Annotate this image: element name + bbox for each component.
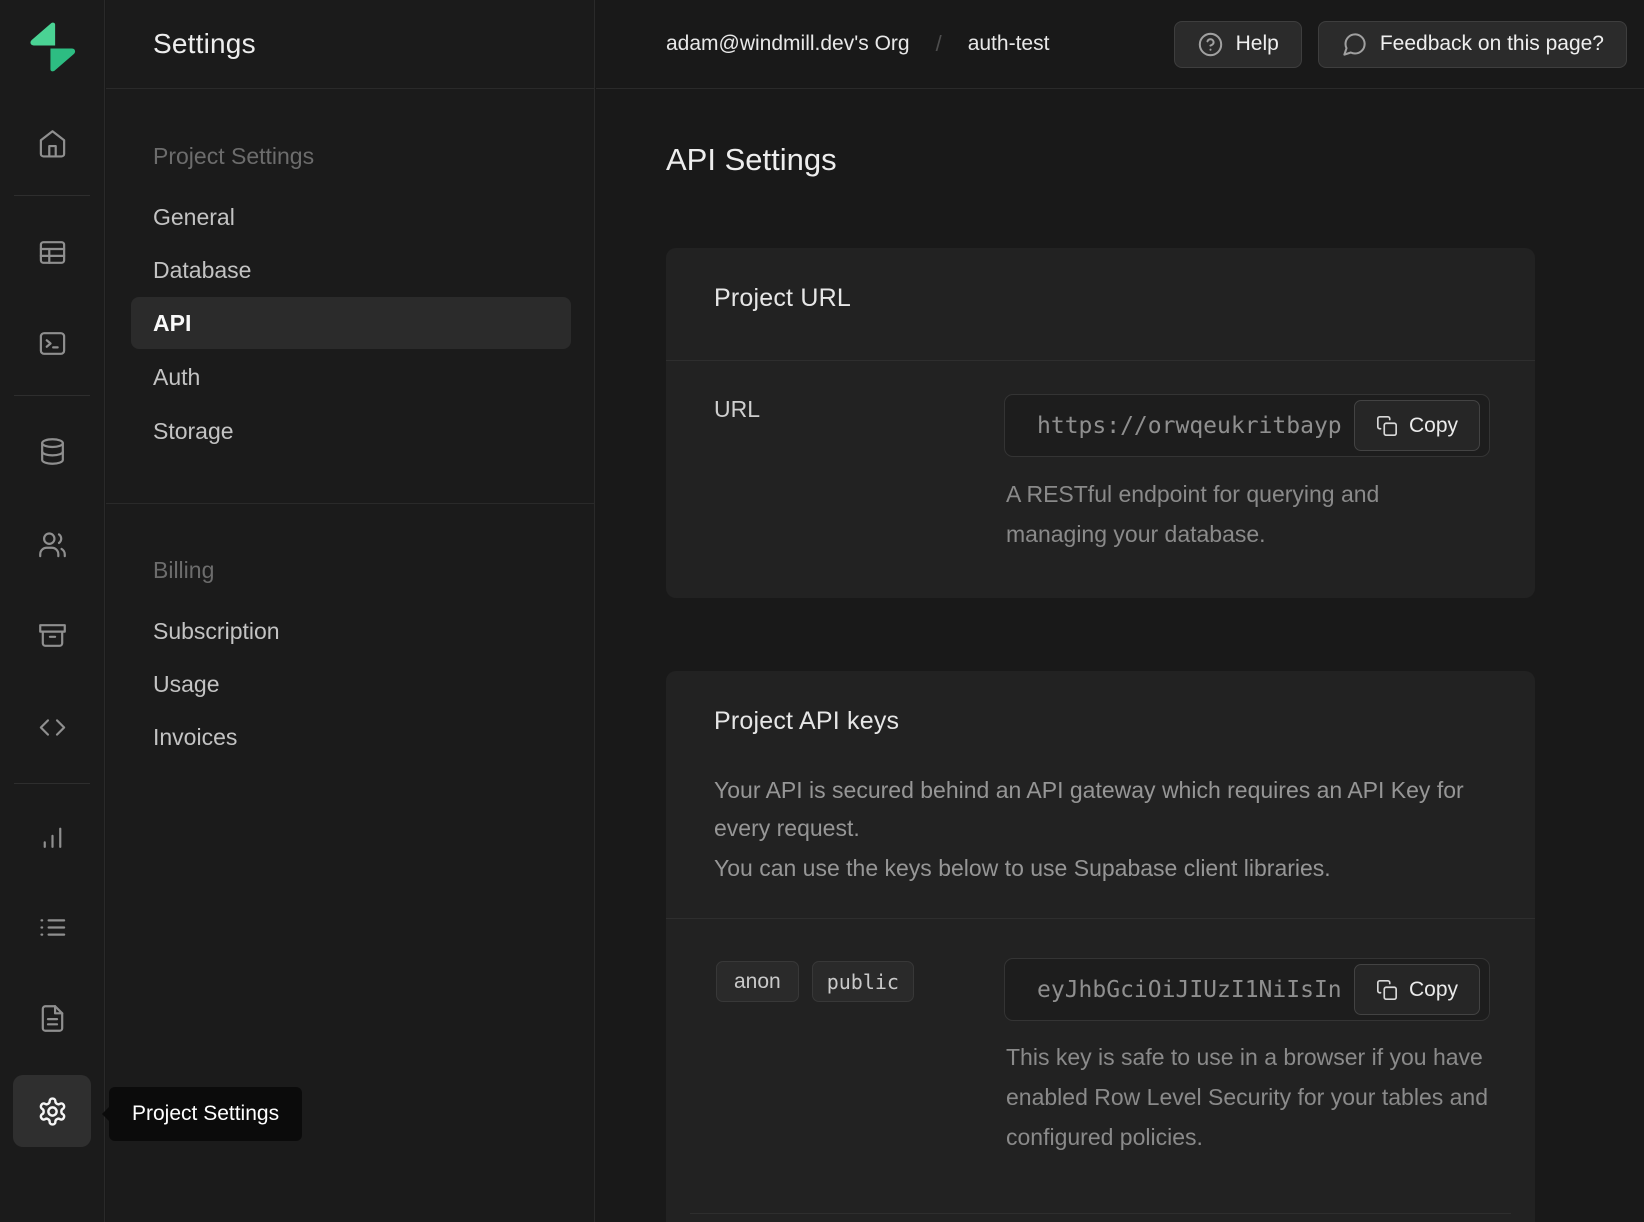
copy-icon: [1376, 979, 1398, 1001]
breadcrumb: adam@windmill.dev's Org / auth-test: [666, 31, 1049, 57]
nav-divider: [106, 503, 594, 504]
rail-divider: [14, 783, 90, 784]
icon-sidebar: [0, 0, 105, 1222]
reports-chart-icon[interactable]: [20, 804, 84, 868]
home-icon[interactable]: [20, 111, 84, 175]
settings-title: Settings: [153, 28, 256, 60]
help-circle-icon: [1197, 31, 1224, 58]
copy-icon: [1376, 415, 1398, 437]
card-divider: [666, 918, 1535, 919]
docs-file-icon[interactable]: [20, 986, 84, 1050]
tooltip-label: Project Settings: [132, 1102, 279, 1126]
copy-url-button[interactable]: Copy: [1354, 400, 1480, 451]
rail-divider: [14, 395, 90, 396]
main-header: adam@windmill.dev's Org / auth-test Help…: [596, 0, 1644, 89]
sidebar-item-invoices[interactable]: Invoices: [153, 724, 237, 751]
project-url-value: https://orwqeukritbayp: [1037, 413, 1342, 439]
url-description: A RESTful endpoint for querying and mana…: [1006, 474, 1456, 554]
nav-section-billing: Billing: [153, 557, 214, 584]
url-field-label: URL: [714, 396, 760, 423]
database-icon[interactable]: [20, 419, 84, 483]
anon-key-value: eyJhbGciOiJIUzI1NiIsIn: [1037, 977, 1342, 1003]
api-keys-card-title: Project API keys: [714, 707, 899, 736]
feedback-button-label: Feedback on this page?: [1380, 32, 1604, 56]
settings-gear-icon[interactable]: [13, 1075, 91, 1147]
help-button[interactable]: Help: [1174, 21, 1302, 68]
anon-badge: anon: [716, 961, 799, 1002]
breadcrumb-separator: /: [936, 31, 942, 57]
page-title: API Settings: [666, 142, 837, 178]
public-badge: public: [812, 961, 914, 1002]
copy-key-label: Copy: [1409, 978, 1458, 1002]
card-inner-divider: [690, 1213, 1511, 1214]
card-divider: [666, 360, 1535, 361]
supabase-logo-icon[interactable]: [26, 21, 78, 73]
feedback-button[interactable]: Feedback on this page?: [1318, 21, 1627, 68]
nav-section-project-settings: Project Settings: [153, 143, 314, 170]
code-api-icon[interactable]: [20, 695, 84, 759]
api-keys-description-2: You can use the keys below to use Supaba…: [714, 849, 1514, 887]
help-button-label: Help: [1236, 32, 1279, 56]
sidebar-item-database[interactable]: Database: [153, 257, 251, 284]
api-keys-description-1: Your API is secured behind an API gatewa…: [714, 771, 1514, 847]
chat-bubble-icon: [1341, 31, 1368, 58]
storage-archive-icon[interactable]: [20, 603, 84, 667]
sidebar-item-auth[interactable]: Auth: [153, 364, 200, 391]
supabase-app: Project Settings Settings Project Settin…: [0, 0, 1644, 1222]
main-content: adam@windmill.dev's Org / auth-test Help…: [596, 0, 1644, 1222]
logs-list-icon[interactable]: [20, 895, 84, 959]
project-settings-tooltip: Project Settings: [109, 1087, 302, 1141]
sql-terminal-icon[interactable]: [20, 311, 84, 375]
sidebar-item-general[interactable]: General: [153, 204, 235, 231]
project-url-card-title: Project URL: [714, 284, 851, 313]
settings-sidebar: Settings Project Settings General Databa…: [106, 0, 595, 1222]
rail-divider: [14, 195, 90, 196]
project-url-card: Project URL URL https://orwqeukritbayp C…: [666, 248, 1535, 598]
anon-key-description: This key is safe to use in a browser if …: [1006, 1037, 1516, 1157]
auth-users-icon[interactable]: [20, 512, 84, 576]
api-keys-card: Project API keys Your API is secured beh…: [666, 671, 1535, 1222]
breadcrumb-project[interactable]: auth-test: [968, 32, 1050, 56]
header-actions: Help Feedback on this page?: [1174, 21, 1627, 68]
sidebar-item-api[interactable]: API: [131, 297, 571, 349]
sidebar-item-storage[interactable]: Storage: [153, 418, 234, 445]
table-editor-icon[interactable]: [20, 220, 84, 284]
sidebar-item-usage[interactable]: Usage: [153, 671, 219, 698]
key-badges: anon public: [716, 961, 914, 1002]
copy-url-label: Copy: [1409, 414, 1458, 438]
breadcrumb-org[interactable]: adam@windmill.dev's Org: [666, 32, 910, 56]
copy-key-button[interactable]: Copy: [1354, 964, 1480, 1015]
sidebar-item-subscription[interactable]: Subscription: [153, 618, 280, 645]
sidebar-item-api-label: API: [153, 310, 191, 337]
settings-sidebar-header: Settings: [106, 0, 594, 89]
